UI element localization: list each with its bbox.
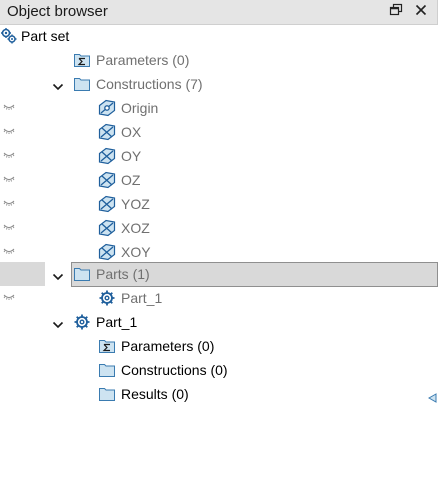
tree-item-construction[interactable]: OY	[0, 144, 437, 168]
eye-closed-icon	[3, 128, 15, 134]
tree-item-label: Parameters (0)	[96, 52, 190, 68]
tree-item-label: Parameters (0)	[121, 338, 215, 354]
visibility-toggle[interactable]	[0, 96, 45, 120]
history-marker-icon[interactable]	[427, 390, 437, 408]
parameters-folder-icon	[73, 51, 91, 69]
construction-plane-icon	[98, 219, 116, 237]
object-tree: Part set Parameters (0) Constructions (7…	[0, 24, 438, 490]
visibility-toggle[interactable]	[0, 192, 45, 216]
visibility-toggle[interactable]	[0, 240, 45, 264]
panel-title: Object browser	[7, 3, 108, 20]
tree-item-label: Part_1	[96, 314, 138, 330]
restore-window-icon[interactable]	[389, 3, 405, 19]
construction-plane-icon	[98, 243, 116, 261]
tree-item-label: Part set	[21, 28, 70, 44]
tree-item-label: Parts (1)	[96, 266, 150, 282]
tree-item-label: XOY	[121, 244, 151, 260]
tree-item-label: OX	[121, 124, 142, 140]
eye-closed-icon	[3, 248, 15, 254]
visibility-toggle[interactable]	[0, 168, 45, 192]
tree-item-label: Part_1	[121, 290, 163, 306]
tree-item-construction[interactable]: OZ	[0, 168, 437, 192]
tree-item-construction[interactable]: XOY	[0, 240, 437, 264]
selection-gutter	[0, 262, 45, 286]
tree-root-part-set[interactable]: Part set	[0, 24, 437, 48]
part-gear-icon	[73, 313, 91, 331]
tree-item-label: Results (0)	[121, 386, 189, 402]
close-icon[interactable]	[414, 3, 430, 19]
construction-axis-icon	[98, 171, 116, 189]
chevron-down-icon[interactable]	[52, 317, 64, 329]
tree-item-part-constructions[interactable]: Constructions (0)	[0, 358, 437, 382]
tree-item-label: XOZ	[121, 220, 150, 236]
tree-item-part-results[interactable]: Results (0)	[0, 382, 437, 406]
object-browser-panel: Object browser Part set Parameters (0) C…	[0, 0, 438, 490]
chevron-down-icon[interactable]	[52, 269, 64, 281]
eye-closed-icon	[3, 200, 15, 206]
eye-closed-icon	[3, 104, 15, 110]
part-set-gears-icon	[0, 27, 18, 50]
visibility-toggle[interactable]	[0, 216, 45, 240]
tree-item-parameters[interactable]: Parameters (0)	[0, 48, 437, 72]
visibility-toggle[interactable]	[0, 286, 45, 310]
tree-item-part-parameters[interactable]: Parameters (0)	[0, 334, 437, 358]
tree-item-part[interactable]: Part_1	[0, 286, 437, 310]
construction-axis-icon	[98, 123, 116, 141]
folder-icon	[98, 361, 116, 379]
tree-item-construction[interactable]: OX	[0, 120, 437, 144]
visibility-toggle[interactable]	[0, 120, 45, 144]
panel-title-bar: Object browser	[0, 0, 438, 25]
tree-item-construction[interactable]: XOZ	[0, 216, 437, 240]
construction-point-icon	[98, 99, 116, 117]
eye-closed-icon	[3, 152, 15, 158]
eye-closed-icon	[3, 176, 15, 182]
tree-item-part-1[interactable]: Part_1	[0, 310, 437, 334]
tree-item-constructions[interactable]: Constructions (7)	[0, 72, 437, 96]
tree-item-parts[interactable]: Parts (1)	[0, 262, 438, 287]
tree-item-label: Constructions (0)	[121, 362, 228, 378]
folder-icon	[98, 385, 116, 403]
tree-item-construction[interactable]: Origin	[0, 96, 437, 120]
construction-axis-icon	[98, 147, 116, 165]
tree-item-label: OY	[121, 148, 142, 164]
tree-item-label: OZ	[121, 172, 141, 188]
tree-item-construction[interactable]: YOZ	[0, 192, 437, 216]
part-gear-icon	[98, 289, 116, 307]
folder-icon	[73, 265, 91, 283]
visibility-toggle[interactable]	[0, 144, 45, 168]
folder-icon	[73, 75, 91, 93]
parameters-folder-icon	[98, 337, 116, 355]
tree-item-label: YOZ	[121, 196, 150, 212]
construction-plane-icon	[98, 195, 116, 213]
tree-item-label: Constructions (7)	[96, 76, 203, 92]
chevron-down-icon[interactable]	[52, 79, 64, 91]
eye-closed-icon	[3, 294, 15, 300]
eye-closed-icon	[3, 224, 15, 230]
tree-item-label: Origin	[121, 100, 159, 116]
